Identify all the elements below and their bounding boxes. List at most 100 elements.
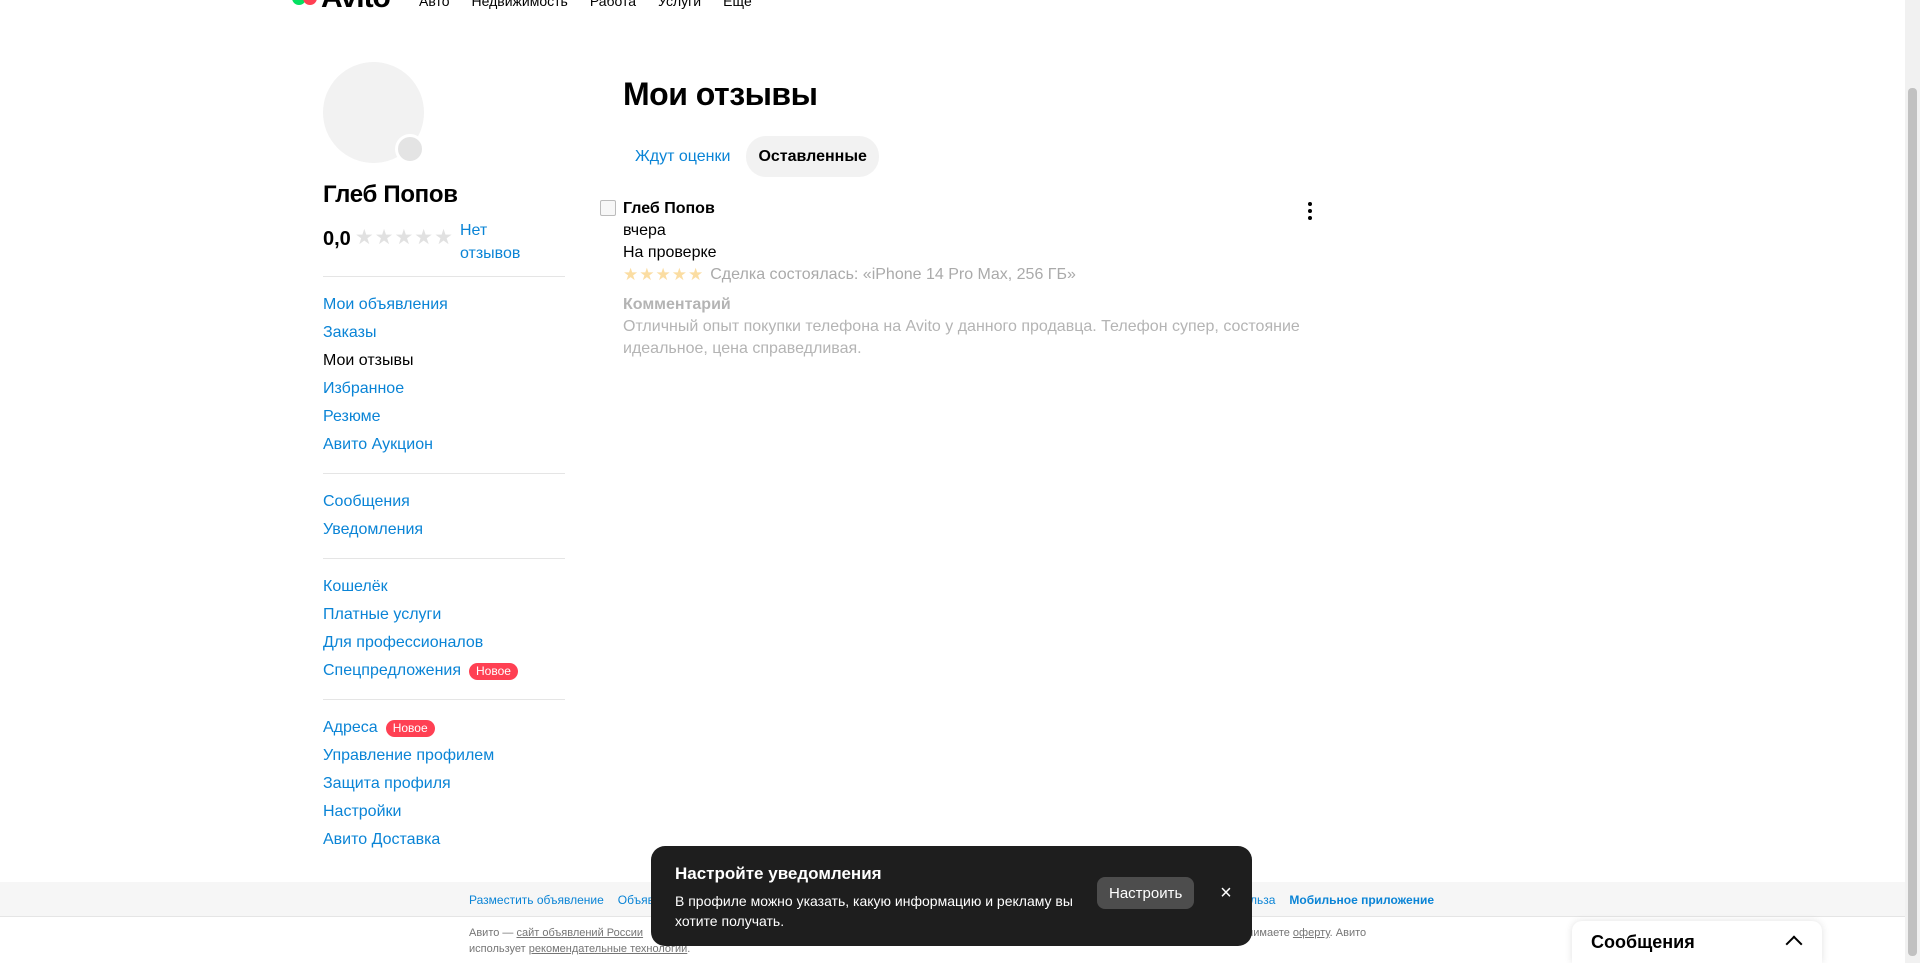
nav-item-services[interactable]: Услуги	[658, 0, 701, 9]
sidebar-item-label: Защита профиля	[323, 775, 451, 792]
nav-item-realty[interactable]: Недвижимость	[472, 0, 568, 9]
star-icon: ★	[414, 226, 434, 249]
review-comment-label: Комментарий	[623, 296, 731, 313]
sidebar-item[interactable]: Резюме	[323, 403, 565, 431]
sidebar-menu-group: Адреса Новое Управление профилем Защита про…	[323, 699, 565, 854]
review-comment-text: Отличный опыт покупки телефона на Avito …	[623, 318, 1300, 357]
avatar-status-badge	[395, 134, 425, 164]
sidebar-item-label: Избранное	[323, 380, 405, 397]
sidebar-item-label: Адреса	[323, 719, 378, 736]
sidebar-menu-group: Кошелёк Платные услуги Для профессионалов С…	[323, 558, 565, 685]
star-icon: ★	[623, 265, 639, 284]
configure-button[interactable]: Настроить	[1097, 877, 1195, 909]
sidebar-menu: Мои объявления Заказы Мои отзывы Избранное Р…	[323, 276, 565, 854]
logo-word: Avito	[321, 0, 391, 14]
sidebar-item[interactable]: Настройки	[323, 798, 565, 826]
sidebar-item-label: Спецпредложения	[323, 662, 461, 679]
reviewer-avatar-image	[600, 200, 616, 216]
sidebar-item-label: Уведомления	[323, 521, 424, 538]
rating-row: 0,0 ★ ★ ★ ★ ★ Нет отзывов	[323, 219, 565, 265]
sidebar-item-label: Мои объявления	[323, 296, 448, 313]
new-badge: Новое	[469, 662, 518, 680]
messages-widget[interactable]: Сообщения	[1572, 921, 1822, 963]
sidebar-item[interactable]: Сообщения	[323, 488, 565, 516]
sidebar-item[interactable]: Авито Аукцион	[323, 431, 565, 459]
nav-item-auto[interactable]: Авто	[419, 0, 450, 9]
nav-item-more[interactable]: Ещё	[723, 0, 752, 9]
review-rating-row: ★ ★ ★ ★ ★ Сделка состоялась: «iPhone 14 …	[623, 264, 1303, 286]
profile-sidebar: Глеб Попов 0,0 ★ ★ ★ ★ ★ Нет отзывов Мои…	[323, 62, 565, 854]
footer-link-ads[interactable]: Объяв	[618, 893, 654, 907]
sidebar-item[interactable]: Кошелёк	[323, 573, 565, 601]
sidebar-item[interactable]: Заказы	[323, 319, 565, 347]
more-options-icon[interactable]	[1302, 202, 1318, 220]
legal-prefix: Авито —	[469, 927, 517, 939]
star-icon: ★	[639, 265, 655, 284]
footer-link-terms[interactable]: льза	[1250, 893, 1275, 907]
sidebar-item-label: Для профессионалов	[323, 634, 484, 651]
sidebar-item-label: Заказы	[323, 324, 377, 341]
chevron-up-icon[interactable]	[1785, 935, 1803, 953]
star-icon: ★	[688, 265, 704, 284]
close-icon[interactable]: ×	[1215, 882, 1237, 904]
star-icon: ★	[655, 265, 671, 284]
page-scrollbar[interactable]	[1905, 0, 1920, 963]
no-reviews-link[interactable]: Нет отзывов	[460, 219, 540, 265]
review-deal-info: Сделка состоялась: «iPhone 14 Pro Max, 2…	[710, 266, 1076, 283]
review-status: На проверке	[623, 244, 717, 261]
legal-site-link[interactable]: сайт объявлений России	[516, 927, 643, 939]
sidebar-item-label: Сообщения	[323, 493, 410, 510]
sidebar-item[interactable]: Избранное	[323, 375, 565, 403]
toast-title: Настройте уведомления	[675, 864, 882, 883]
footer-link-post-ad[interactable]: Разместить объявление	[469, 893, 604, 907]
sidebar-item[interactable]: Мои объявления	[323, 291, 565, 319]
sidebar-item[interactable]: Авито Доставка	[323, 826, 565, 854]
review-date: вчера	[623, 222, 666, 239]
legal-offer-link[interactable]: оферту	[1293, 927, 1330, 939]
sidebar-item-label: Управление профилем	[323, 747, 495, 764]
sidebar-item-label: Платные услуги	[323, 606, 442, 623]
profile-avatar[interactable]	[323, 62, 425, 164]
sidebar-item-label: Авито Аукцион	[323, 436, 433, 453]
star-icon: ★	[374, 226, 394, 249]
tab-left-reviews[interactable]: Оставленные	[746, 136, 879, 177]
review-body: Глеб Попов вчера На проверке ★ ★ ★ ★ ★ С…	[623, 198, 1303, 360]
reviews-tabs: Ждут оценки Оставленные	[623, 136, 879, 177]
sidebar-item[interactable]: Управление профилем	[323, 742, 565, 770]
sidebar-item-label: Мои отзывы	[323, 352, 414, 369]
nav-item-jobs[interactable]: Работа	[590, 0, 636, 9]
page-title: Мои отзывы	[623, 76, 818, 112]
messages-widget-label: Сообщения	[1591, 931, 1695, 952]
new-badge: Новое	[385, 719, 435, 737]
legal-right-suffix: . Авито	[1329, 927, 1367, 939]
sidebar-item[interactable]: Мои отзывы	[323, 347, 565, 375]
footer-link-mobile-app[interactable]: Мобильное приложение	[1289, 893, 1434, 907]
toast-text: В профиле можно указать, какую информаци…	[675, 893, 1073, 929]
star-icon: ★	[354, 226, 374, 249]
sidebar-item[interactable]: Спецпредложения Новое	[323, 657, 565, 685]
logo-red-dot	[303, 0, 317, 5]
sidebar-item[interactable]: Уведомления	[323, 516, 565, 544]
notification-settings-toast: Настройте уведомления В профиле можно ук…	[651, 846, 1252, 946]
profile-name: Глеб Попов	[323, 181, 458, 208]
sidebar-item[interactable]: Платные услуги	[323, 601, 565, 629]
rating-value: 0,0	[323, 228, 351, 250]
star-icon: ★	[394, 226, 414, 249]
sidebar-item-label: Настройки	[323, 803, 402, 820]
sidebar-item-label: Авито Доставка	[323, 831, 441, 848]
scrollbar-thumb[interactable]	[1908, 88, 1917, 956]
sidebar-item[interactable]: Для профессионалов	[323, 629, 565, 657]
rating-stars: ★ ★ ★ ★ ★	[355, 227, 454, 248]
sidebar-menu-group: Сообщения Уведомления	[323, 473, 565, 544]
sidebar-item[interactable]: Защита профиля	[323, 770, 565, 798]
sidebar-item[interactable]: Адреса Новое	[323, 714, 565, 742]
review-author[interactable]: Глеб Попов	[623, 198, 1303, 220]
category-nav: Авто Недвижимость Работа Услуги Ещё	[419, 0, 752, 9]
tab-awaiting-rating[interactable]: Ждут оценки	[623, 136, 742, 177]
sidebar-item-label: Резюме	[323, 408, 381, 425]
avito-logo[interactable]: Avito	[292, 0, 391, 14]
star-icon: ★	[434, 226, 453, 249]
top-navigation: Avito Авто Недвижимость Работа Услуги Ещ…	[0, 0, 1920, 14]
legal-line2-prefix: использует	[469, 943, 529, 955]
sidebar-menu-group: Мои объявления Заказы Мои отзывы Избранное Р…	[323, 276, 565, 459]
